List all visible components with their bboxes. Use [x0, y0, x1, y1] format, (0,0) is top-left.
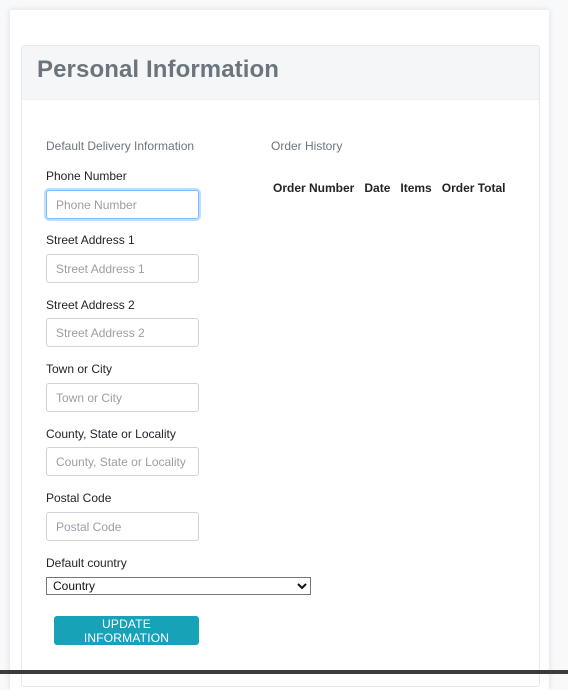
- column-date: Date: [364, 181, 391, 195]
- delivery-heading: Default Delivery Information: [46, 139, 195, 153]
- postal-code-input[interactable]: [46, 512, 199, 541]
- default-country-label: Default country: [46, 556, 127, 570]
- order-history-table: Order Number Date Items Order Total: [268, 181, 511, 195]
- street-address-1-label: Street Address 1: [46, 233, 135, 247]
- county-state-locality-label: County, State or Locality: [46, 427, 176, 441]
- street-address-2-label: Street Address 2: [46, 298, 135, 312]
- order-table-header-row: Order Number Date Items Order Total: [268, 181, 511, 195]
- panel-header: Personal Information: [22, 46, 539, 100]
- town-or-city-input[interactable]: [46, 383, 199, 412]
- personal-info-panel: Personal Information Default Delivery In…: [21, 45, 540, 687]
- postal-code-label: Postal Code: [46, 491, 112, 505]
- page-card: Personal Information Default Delivery In…: [10, 10, 549, 690]
- window-bottom-edge: [0, 670, 568, 674]
- column-order-total: Order Total: [441, 181, 506, 195]
- county-state-locality-input[interactable]: [46, 447, 199, 476]
- phone-number-label: Phone Number: [46, 169, 127, 183]
- street-address-1-input[interactable]: [46, 254, 199, 283]
- column-order-number: Order Number: [273, 181, 355, 195]
- street-address-2-input[interactable]: [46, 318, 199, 347]
- phone-number-input[interactable]: [46, 190, 199, 219]
- country-select[interactable]: Country: [46, 577, 311, 595]
- town-or-city-label: Town or City: [46, 362, 113, 376]
- page-title: Personal Information: [37, 56, 280, 83]
- update-information-button[interactable]: UPDATE INFORMATION: [54, 616, 199, 645]
- order-history-heading: Order History: [271, 139, 343, 153]
- column-items: Items: [400, 181, 432, 195]
